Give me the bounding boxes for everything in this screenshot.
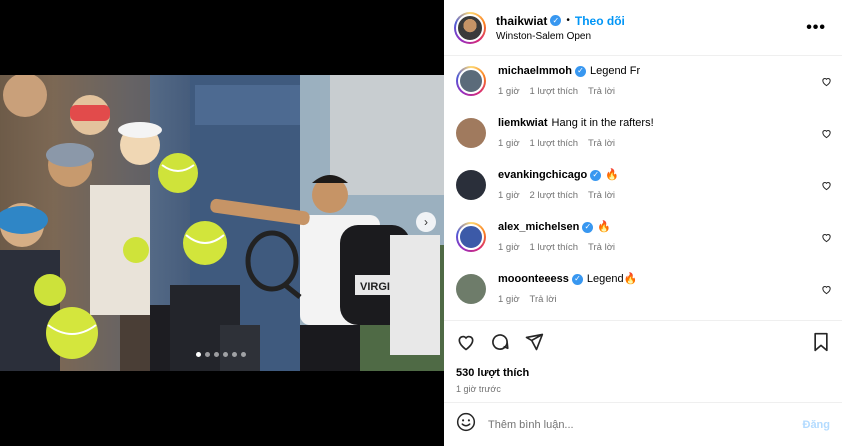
chevron-right-icon: ›: [424, 215, 428, 229]
post-location[interactable]: Winston-Salem Open: [496, 31, 800, 42]
commenter-avatar[interactable]: [456, 66, 486, 96]
comment-item: alex_michelsen ✓ 🔥 1 giờ 1 lượt thích Tr…: [444, 214, 842, 266]
comment-time[interactable]: 1 giờ: [498, 242, 520, 253]
bookmark-icon: [814, 332, 828, 352]
post-comment-button[interactable]: Đăng: [803, 419, 831, 431]
post-timestamp[interactable]: 1 giờ trước: [456, 384, 830, 394]
next-slide-button[interactable]: ›: [416, 212, 436, 232]
comment-item: liemkwiat Hang it in the rafters! 1 giờ …: [444, 110, 842, 162]
commenter-avatar[interactable]: [456, 170, 486, 200]
post-side-panel: thaikwiat ✓ • Theo dõi Winston-Salem Ope…: [444, 0, 842, 446]
heart-icon: [822, 78, 831, 87]
verified-badge-icon: ✓: [590, 169, 602, 181]
comment-time[interactable]: 1 giờ: [498, 294, 520, 305]
reply-button[interactable]: Trả lời: [588, 190, 615, 201]
comment-username[interactable]: alex_michelsen: [498, 220, 579, 234]
commenter-avatar[interactable]: [456, 118, 486, 148]
likes-count[interactable]: 530 lượt thích: [456, 367, 830, 379]
photo-illustration: VIRGINIA: [0, 75, 444, 371]
heart-icon: [822, 286, 831, 295]
commenter-avatar[interactable]: [456, 222, 486, 252]
comment-text: 🔥: [597, 221, 612, 233]
comment-item: michaelmmoh ✓ Legend Fr 1 giờ 1 lượt thí…: [444, 58, 842, 110]
comment-text: Hang it in the rafters!: [551, 117, 654, 129]
emoji-icon: [456, 412, 476, 432]
more-options-button[interactable]: •••: [800, 19, 832, 37]
comment-item: mooonteeess ✓ Legend🔥 1 giờ Trả lời: [444, 266, 842, 318]
comment-icon: [492, 334, 509, 350]
comment-likes[interactable]: 1 lượt thích: [530, 138, 579, 149]
add-comment-bar: Đăng: [444, 402, 842, 446]
share-button[interactable]: [524, 332, 544, 352]
comment-likes[interactable]: 2 lượt thích: [530, 190, 579, 201]
reply-button[interactable]: Trả lời: [530, 294, 557, 305]
comment-button[interactable]: [490, 332, 510, 352]
comment-text: 🔥: [605, 169, 619, 181]
emoji-button[interactable]: [456, 412, 476, 437]
comment-text: Legend Fr: [589, 65, 641, 77]
comment-like-button[interactable]: [821, 282, 832, 300]
reply-button[interactable]: Trả lời: [588, 242, 615, 253]
separator: •: [566, 15, 570, 26]
comments-list: michaelmmoh ✓ Legend Fr 1 giờ 1 lượt thí…: [444, 56, 842, 320]
comment-like-button[interactable]: [821, 178, 832, 196]
carousel-dot: [232, 352, 237, 357]
verified-badge-icon: ✓: [571, 273, 583, 285]
carousel-dot: [214, 352, 219, 357]
comment-likes[interactable]: 1 lượt thích: [530, 242, 579, 253]
post-media: VIRGINIA ›: [0, 0, 444, 446]
commenter-avatar[interactable]: [456, 274, 486, 304]
reply-button[interactable]: Trả lời: [588, 138, 615, 149]
send-icon: [525, 333, 544, 351]
comment-time[interactable]: 1 giờ: [498, 138, 520, 149]
comment-like-button[interactable]: [821, 230, 832, 248]
heart-icon: [458, 335, 474, 351]
verified-badge-icon: ✓: [550, 15, 562, 26]
more-icon: •••: [806, 18, 826, 36]
comment-likes[interactable]: 1 lượt thích: [530, 86, 579, 97]
comment-time[interactable]: 1 giờ: [498, 86, 520, 97]
comment-text: Legend🔥: [586, 273, 638, 285]
author-avatar[interactable]: [454, 11, 486, 44]
comment-item: evankingchicago ✓ 🔥 1 giờ 2 lượt thích T…: [444, 162, 842, 214]
comment-time[interactable]: 1 giờ: [498, 190, 520, 201]
comment-input[interactable]: [488, 418, 803, 431]
post-header: thaikwiat ✓ • Theo dõi Winston-Salem Ope…: [444, 0, 842, 56]
author-username[interactable]: thaikwiat: [496, 14, 547, 28]
carousel-dot: [223, 352, 228, 357]
heart-icon: [822, 234, 831, 243]
carousel-dot: [241, 352, 246, 357]
like-button[interactable]: [456, 332, 476, 352]
comment-username[interactable]: evankingchicago: [498, 168, 587, 182]
post-actions: 530 lượt thích 1 giờ trước: [444, 320, 842, 394]
carousel-indicators: [196, 352, 246, 357]
comment-username[interactable]: michaelmmoh: [498, 64, 572, 78]
verified-badge-icon: ✓: [574, 65, 586, 77]
heart-icon: [822, 182, 831, 191]
heart-icon: [822, 130, 831, 139]
comment-username[interactable]: mooonteeess: [498, 272, 569, 286]
post-photo[interactable]: VIRGINIA: [0, 75, 444, 371]
carousel-dot: [205, 352, 210, 357]
comment-username[interactable]: liemkwiat: [498, 116, 548, 130]
follow-button[interactable]: Theo dõi: [575, 14, 625, 28]
reply-button[interactable]: Trả lời: [588, 86, 615, 97]
save-button[interactable]: [812, 332, 830, 352]
comment-like-button[interactable]: [821, 74, 832, 92]
verified-badge-icon: ✓: [582, 221, 594, 233]
carousel-dot: [196, 352, 201, 357]
comment-like-button[interactable]: [821, 126, 832, 144]
